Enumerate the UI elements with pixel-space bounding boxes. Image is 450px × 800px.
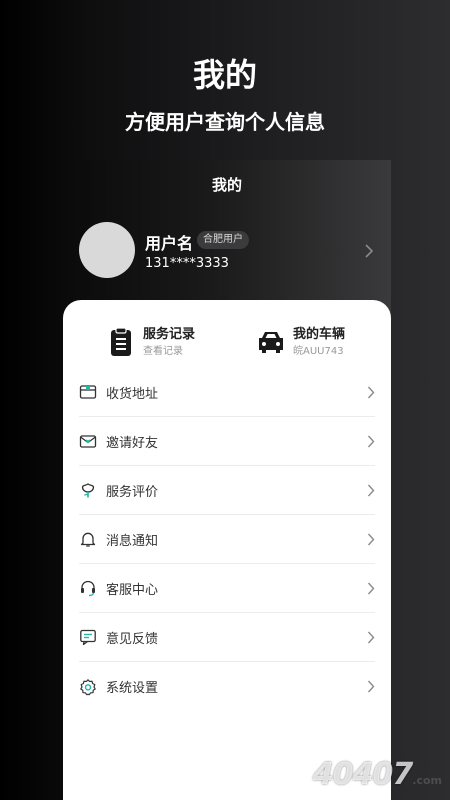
invite-envelope-icon <box>79 435 97 448</box>
chevron-right-icon <box>367 435 375 448</box>
menu-item-system-settings[interactable]: 系统设置 <box>79 662 375 711</box>
chevron-right-icon[interactable] <box>363 244 375 258</box>
clipboard-icon <box>111 327 131 356</box>
watermark-logo: 40407.com <box>313 757 442 792</box>
menu-label: 客服中心 <box>106 582 159 598</box>
my-vehicle-plate: 皖AUU743 <box>293 345 344 357</box>
watermark-text-2: 7 <box>392 757 413 792</box>
menu-item-notifications[interactable]: 消息通知 <box>79 515 375 564</box>
bell-icon <box>80 532 96 547</box>
city-badge: 合肥用户 <box>197 231 249 249</box>
address-box-icon <box>79 385 97 399</box>
settings-menu: 收货地址 邀请好友 服务评价 消息通知 客服中心 意见反馈 系统设置 <box>79 368 375 711</box>
phone-screen: 我的 用户名 合肥用户 131****3333 服务记录 查看记录 我的车辆 皖… <box>63 160 391 800</box>
watermark-text: 4040 <box>312 757 393 792</box>
my-vehicle-button[interactable]: 我的车辆 皖AUU743 <box>255 322 345 362</box>
menu-item-service-rating[interactable]: 服务评价 <box>79 466 375 515</box>
car-icon <box>259 332 283 353</box>
service-record-button[interactable]: 服务记录 查看记录 <box>105 322 195 362</box>
menu-label: 消息通知 <box>106 533 159 549</box>
chevron-right-icon <box>367 680 375 693</box>
menu-label: 系统设置 <box>106 681 159 696</box>
promo-title: 我的 <box>192 56 257 94</box>
menu-label: 邀请好友 <box>106 435 159 451</box>
chevron-right-icon <box>367 631 375 644</box>
menu-label: 意见反馈 <box>106 631 159 647</box>
avatar[interactable] <box>79 222 135 278</box>
username: 用户名 <box>145 234 194 253</box>
menu-card: 服务记录 查看记录 我的车辆 皖AUU743 收货地址 邀请好友 服务评价 消息… <box>63 300 391 800</box>
menu-item-customer-service[interactable]: 客服中心 <box>79 564 375 613</box>
chevron-right-icon <box>367 484 375 497</box>
promo-subtitle: 方便用户查询个人信息 <box>125 110 325 134</box>
watermark-suffix: .com <box>412 774 442 787</box>
screen-title: 我的 <box>211 176 242 194</box>
headset-icon <box>81 580 95 597</box>
settings-gear-icon <box>80 678 96 695</box>
menu-item-feedback[interactable]: 意见反馈 <box>79 613 375 662</box>
chevron-right-icon <box>367 582 375 595</box>
menu-item-invite[interactable]: 邀请好友 <box>79 417 375 466</box>
phone-number: 131****3333 <box>145 256 229 271</box>
feedback-icon <box>80 629 96 646</box>
chevron-right-icon <box>367 386 375 399</box>
service-record-title: 服务记录 <box>143 326 196 342</box>
menu-item-address[interactable]: 收货地址 <box>79 368 375 417</box>
flower-rating-icon <box>81 483 95 498</box>
my-vehicle-title: 我的车辆 <box>293 326 346 342</box>
menu-label: 收货地址 <box>106 386 159 402</box>
menu-label: 服务评价 <box>106 484 159 500</box>
chevron-right-icon <box>367 533 375 546</box>
service-record-subtitle: 查看记录 <box>143 345 183 357</box>
